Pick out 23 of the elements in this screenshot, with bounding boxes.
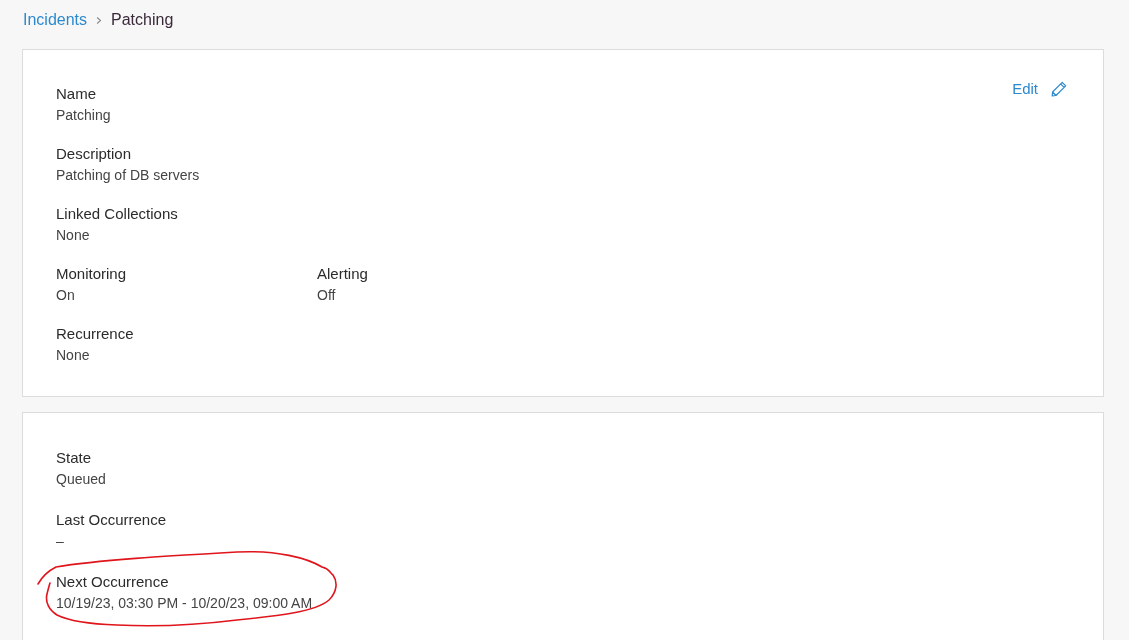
pencil-icon: [1051, 81, 1067, 97]
field-label: Alerting: [317, 264, 368, 284]
field-value: Patching of DB servers: [56, 166, 200, 185]
field-label: Recurrence: [56, 324, 134, 344]
breadcrumb-current-page: Patching: [111, 10, 174, 30]
field-value: None: [56, 226, 90, 245]
breadcrumb-link[interactable]: Incidents: [23, 10, 88, 30]
field-value: –: [56, 532, 64, 551]
field-label: Last Occurrence: [56, 510, 167, 530]
field-value: Patching: [56, 106, 111, 125]
field-label: Linked Collections: [56, 204, 178, 224]
field-value: None: [56, 346, 90, 365]
field-value: Off: [317, 286, 336, 305]
field-label: Monitoring: [56, 264, 127, 284]
field-value: On: [56, 286, 75, 305]
field-value: 10/19/23, 03:30 PM - 10/20/23, 09:00 AM: [56, 594, 313, 613]
field-label: Next Occurrence: [56, 572, 169, 592]
field-value: Queued: [56, 470, 106, 489]
field-label: Name: [56, 84, 96, 104]
field-label: State: [56, 448, 92, 468]
chevron-right-icon: [96, 16, 103, 25]
field-label: Description: [56, 144, 132, 164]
edit-button[interactable]: Edit: [1012, 79, 1067, 99]
